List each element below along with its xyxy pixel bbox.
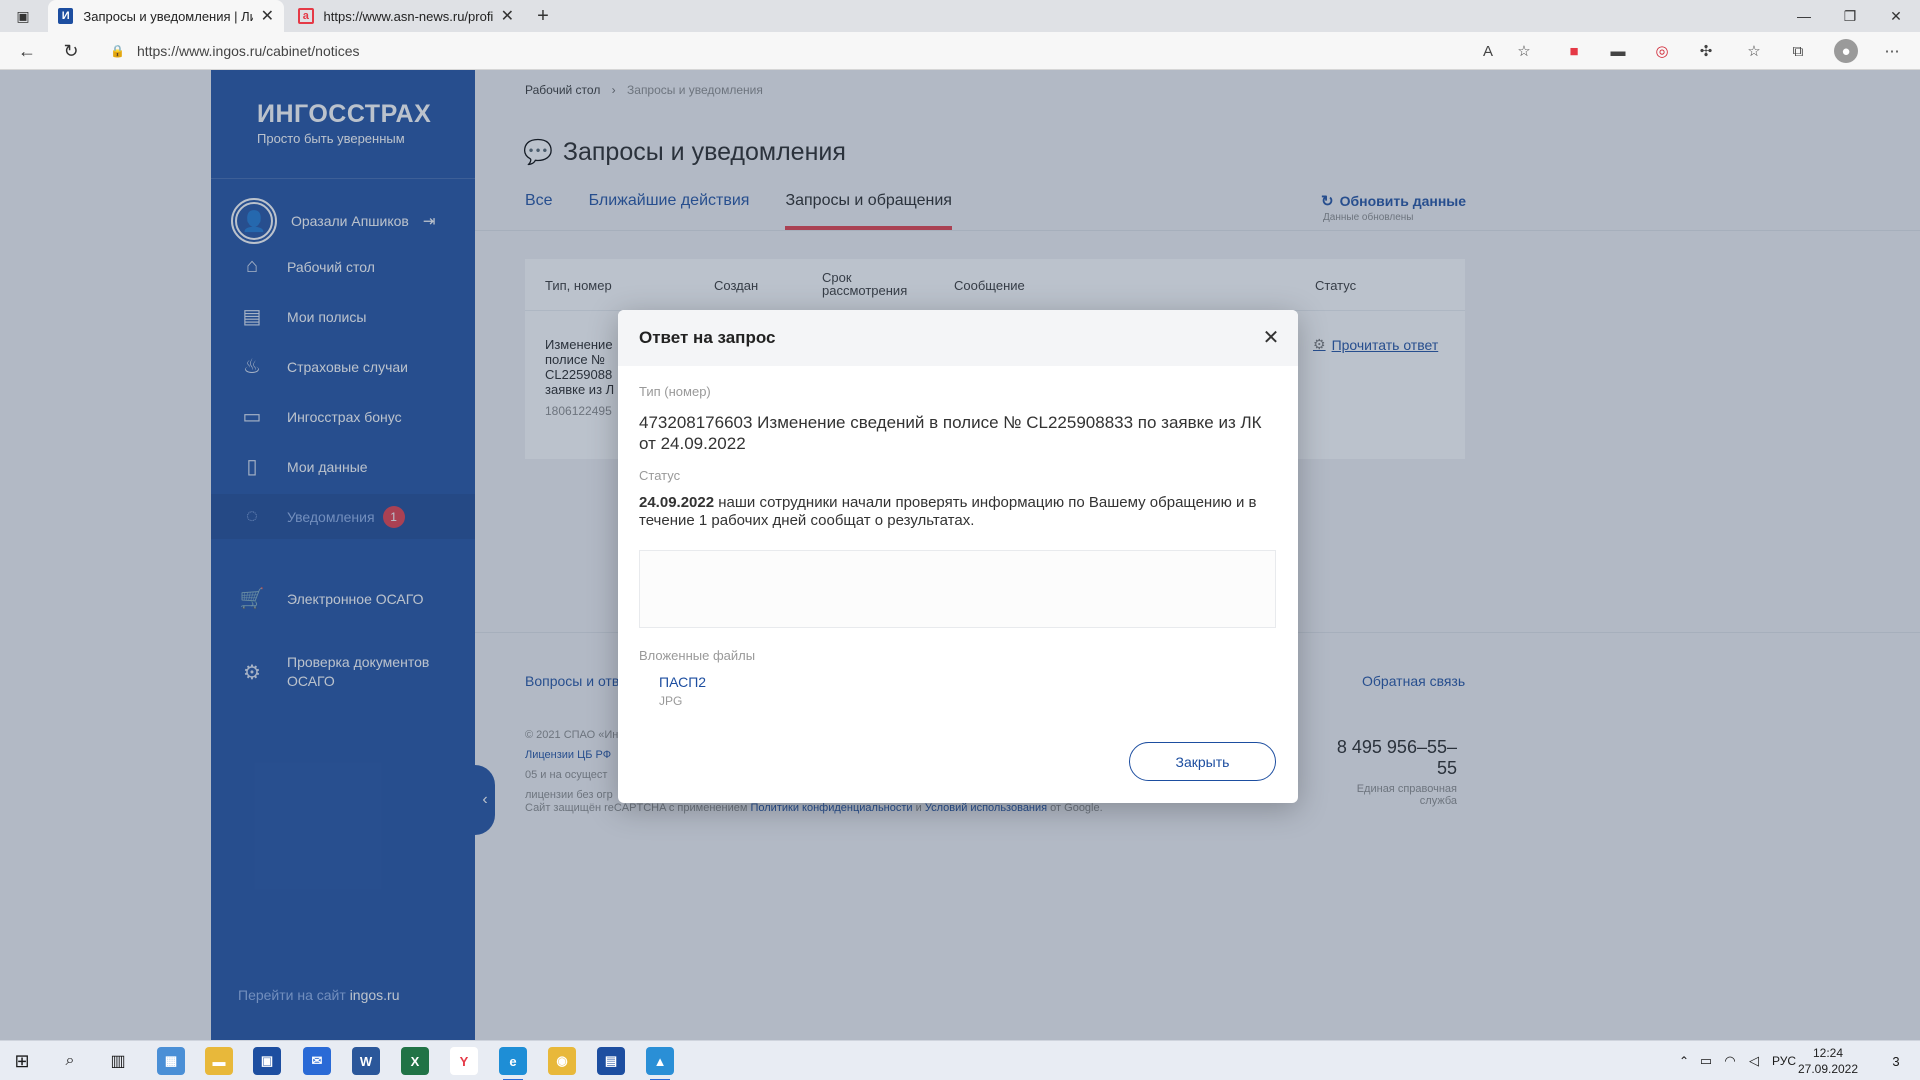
status-value: 24.09.2022 наши сотрудники начали провер… <box>639 494 1279 530</box>
modal-header: Ответ на запрос ✕ <box>618 310 1298 366</box>
modal-title: Ответ на запрос <box>639 328 776 347</box>
status-label: Статус <box>639 468 681 483</box>
time: 12:24 <box>1812 1046 1844 1060</box>
tab-actions-icon[interactable]: ▣ <box>8 1 38 31</box>
reload-icon[interactable]: ↻ <box>56 36 86 66</box>
attachments-label: Вложенные файлы <box>639 648 756 663</box>
excel-icon[interactable]: X <box>401 1047 429 1075</box>
url-input[interactable]: 🔒 https://www.ingos.ru/cabinet/notices <box>110 36 1510 66</box>
notification-count: 3 <box>1892 1053 1900 1069</box>
photos-icon[interactable]: ▲ <box>646 1047 674 1080</box>
browser-tab-active[interactable]: И Запросы и уведомления | Личн ✕ <box>48 0 284 32</box>
profile-icon[interactable]: ● <box>1834 39 1858 63</box>
extension-dark-icon[interactable]: ▬ <box>1608 41 1628 61</box>
message-box <box>639 550 1276 628</box>
ingos-favicon-icon: И <box>58 8 74 24</box>
calendar-icon[interactable]: ▤ <box>597 1047 625 1075</box>
address-bar: ← ↻ 🔒 https://www.ingos.ru/cabinet/notic… <box>0 32 1920 70</box>
task-view-icon[interactable]: ▥ <box>98 1045 138 1077</box>
taskbar: ⊞ ⌕ ▥ ▦ ▬ ▣ ✉ W X Y e ◉ ▤ ▲ ⌃ ▭ ◠ ◁ РУС … <box>0 1040 1920 1080</box>
word-icon[interactable]: W <box>352 1047 380 1075</box>
collections-icon[interactable]: ⧉ <box>1788 41 1808 61</box>
status-text: наши сотрудники начали проверять информа… <box>639 494 1257 529</box>
windows-start-icon[interactable]: ⊞ <box>2 1045 42 1077</box>
browser-tab[interactable]: a https://www.asn-news.ru/profile ✕ <box>288 0 524 32</box>
new-tab-icon[interactable]: + <box>528 1 558 31</box>
file-explorer-icon[interactable]: ▬ <box>205 1047 233 1075</box>
edge-icon[interactable]: e <box>499 1047 527 1080</box>
asn-favicon-icon: a <box>298 8 314 24</box>
url-text: https://www.ingos.ru/cabinet/notices <box>136 43 360 59</box>
type-label: Тип (номер) <box>639 384 711 399</box>
tab-title: Запросы и уведомления | Личн <box>83 8 253 24</box>
mail-icon[interactable]: ✉ <box>303 1047 331 1075</box>
extension-shield-icon[interactable]: ◎ <box>1652 41 1672 61</box>
attachment-item[interactable]: ПАСП2 JPG <box>659 674 706 708</box>
close-icon[interactable]: ✕ <box>1258 324 1284 350</box>
more-icon[interactable]: ⋯ <box>1882 41 1902 61</box>
status-date: 24.09.2022 <box>639 494 715 511</box>
type-value: 473208176603 Изменение сведений в полисе… <box>639 413 1262 453</box>
close-button[interactable]: Закрыть <box>1129 742 1276 781</box>
back-icon[interactable]: ← <box>12 36 42 66</box>
attachment-ext: JPG <box>659 694 683 708</box>
date: 27.09.2022 <box>1797 1062 1859 1076</box>
close-tab-icon[interactable]: ✕ <box>501 6 514 26</box>
notification-center-icon[interactable]: 3 <box>1876 1045 1916 1077</box>
attachment-name[interactable]: ПАСП2 <box>659 674 706 690</box>
search-icon[interactable]: ⌕ <box>50 1045 90 1077</box>
close-tab-icon[interactable]: ✕ <box>261 6 274 26</box>
chrome-icon[interactable]: ◉ <box>548 1047 576 1075</box>
favorite-add-icon[interactable]: ☆ <box>1514 41 1534 61</box>
favorites-icon[interactable]: ☆ <box>1744 41 1764 61</box>
app-icon[interactable]: ▦ <box>157 1047 185 1075</box>
clock[interactable]: 12:24 27.09.2022 <box>1790 1045 1866 1077</box>
window-close-icon[interactable]: ✕ <box>1873 0 1919 32</box>
restore-icon[interactable]: ❐ <box>1827 0 1873 32</box>
minimize-icon[interactable]: — <box>1781 0 1827 32</box>
read-aloud-icon[interactable]: A <box>1478 41 1498 61</box>
store-icon[interactable]: ▣ <box>253 1047 281 1075</box>
lock-icon: 🔒 <box>110 44 125 58</box>
answer-modal: Ответ на запрос ✕ Тип (номер) 4732081766… <box>618 310 1298 803</box>
extensions-icon[interactable]: ✣ <box>1696 41 1716 61</box>
extension-red-icon[interactable]: ■ <box>1564 41 1584 61</box>
tab-title: https://www.asn-news.ru/profile <box>323 8 493 24</box>
browser-tab-bar: ▣ И Запросы и уведомления | Личн ✕ a htt… <box>0 0 1920 32</box>
yandex-icon[interactable]: Y <box>450 1047 478 1075</box>
